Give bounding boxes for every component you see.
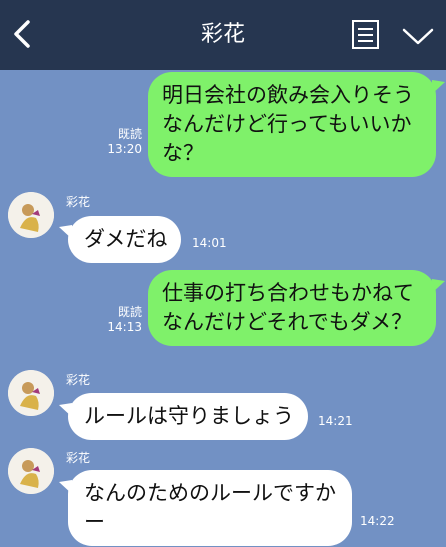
profile-image: [8, 370, 54, 416]
message-text: ダメだね: [84, 227, 168, 251]
profile-image: [8, 192, 54, 238]
message-text: 明日会社の飲み会入りそうなんだけど行ってもいいかな？: [162, 83, 414, 165]
read-receipt: 既読: [117, 305, 142, 319]
avatar[interactable]: [8, 192, 54, 238]
read-receipt: 既読: [117, 127, 142, 141]
message-text: なんのためのルールですかー: [84, 481, 336, 534]
message-time: 14:01: [192, 236, 227, 250]
message-time: 14:13: [107, 320, 142, 334]
message-bubble-incoming[interactable]: ダメだね: [68, 216, 182, 263]
message-meta: 既読 13:20: [96, 127, 142, 157]
menu-button[interactable]: [350, 18, 382, 52]
message-text: ルールは守りましょう: [84, 404, 294, 428]
message-text: 仕事の打ち合わせもかねてなんだけどそれでもダメ？: [162, 281, 414, 334]
chevron-down-icon: [402, 28, 434, 45]
message-bubble-outgoing[interactable]: 明日会社の飲み会入りそうなんだけど行ってもいいかな？: [148, 72, 436, 177]
avatar[interactable]: [8, 448, 54, 494]
sender-name: 彩花: [66, 451, 91, 465]
profile-image: [8, 448, 54, 494]
message-bubble-outgoing[interactable]: 仕事の打ち合わせもかねてなんだけどそれでもダメ？: [148, 270, 436, 346]
message-bubble-incoming[interactable]: ルールは守りましょう: [68, 393, 308, 440]
message-time: 13:20: [107, 142, 142, 156]
sender-name: 彩花: [66, 195, 91, 209]
message-time: 14:22: [360, 514, 395, 528]
message-time: 14:21: [318, 414, 353, 428]
sender-name: 彩花: [66, 373, 91, 387]
message-bubble-incoming[interactable]: なんのためのルールですかー: [68, 470, 352, 546]
expand-button[interactable]: [398, 22, 438, 48]
list-icon: [352, 20, 379, 49]
chat-header: 彩花: [0, 0, 446, 70]
message-meta: 既読 14:13: [96, 305, 142, 335]
avatar[interactable]: [8, 370, 54, 416]
